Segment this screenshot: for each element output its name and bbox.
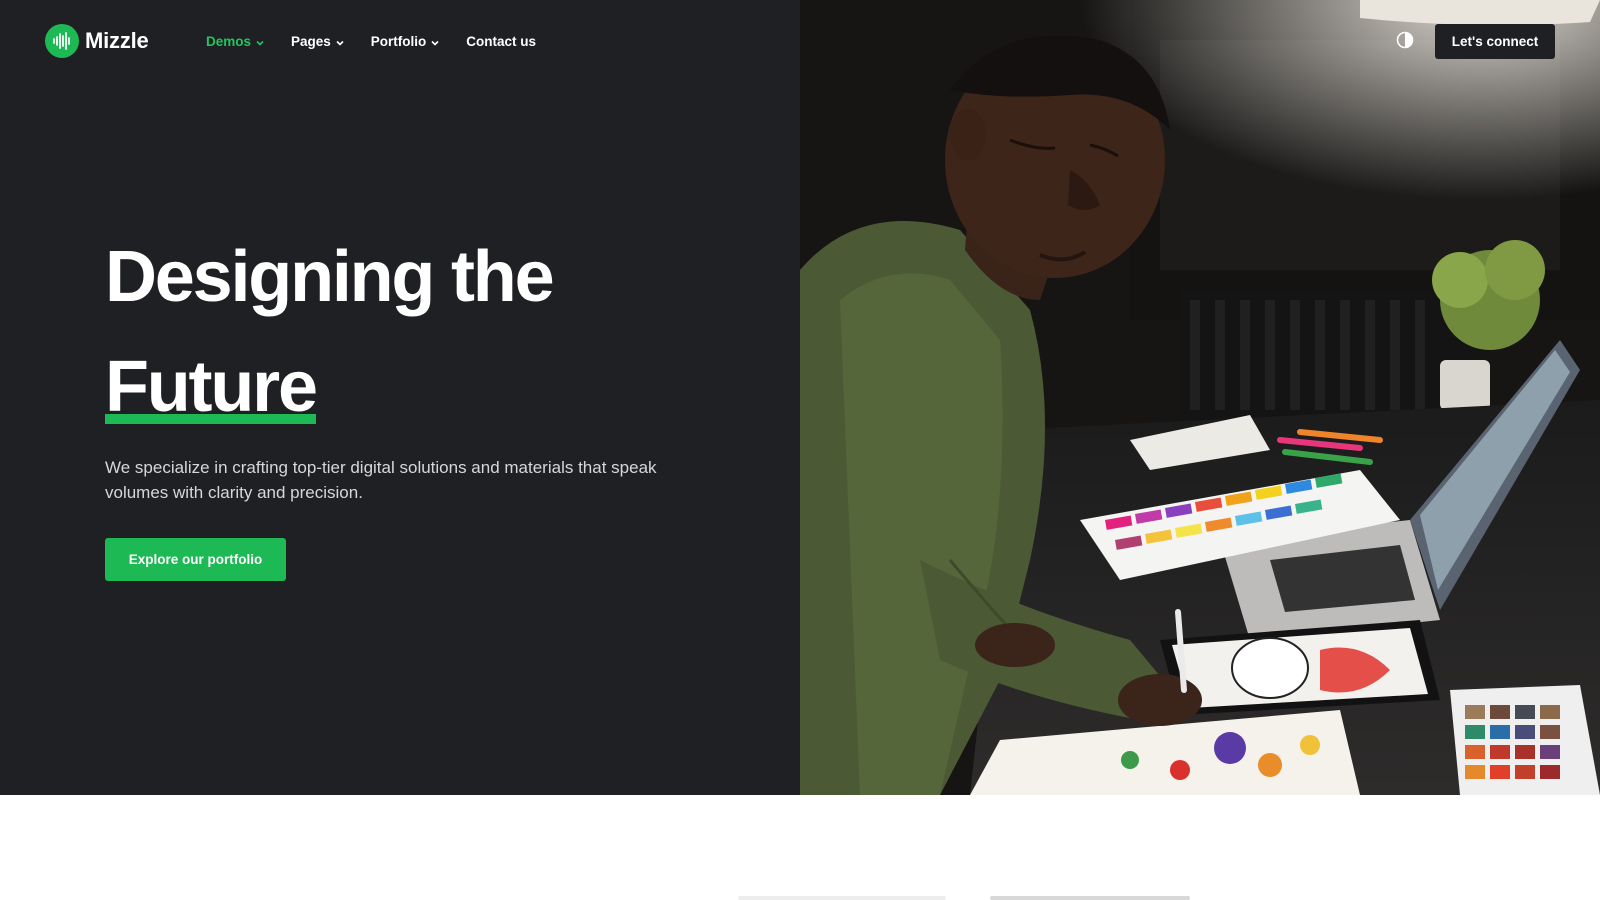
nav-item-pages[interactable]: Pages: [291, 31, 345, 51]
nav-item-portfolio[interactable]: Portfolio: [371, 31, 441, 51]
nav-item-contact[interactable]: Contact us: [466, 31, 536, 51]
designer-at-desk-illustration: [800, 0, 1600, 795]
hero-section: Mizzle Demos Pages Portfolio Contact us: [0, 0, 1600, 795]
nav-item-label: Portfolio: [370, 33, 427, 49]
explore-portfolio-button[interactable]: Explore our portfolio: [105, 538, 286, 581]
chevron-down-icon: [255, 36, 265, 46]
section-heading-edge: [990, 896, 1190, 900]
nav-item-demos[interactable]: Demos: [206, 31, 265, 51]
nav-item-label: Pages: [291, 33, 331, 49]
section-card-edge: [738, 896, 946, 900]
next-section: [0, 795, 1600, 900]
hero-headline: Designing the Future: [105, 222, 555, 442]
nav-item-label: Demos: [206, 33, 252, 49]
chevron-down-icon: [335, 36, 345, 46]
contrast-icon[interactable]: [1396, 31, 1414, 49]
nav-item-label: Contact us: [466, 33, 537, 49]
soundwave-icon: [45, 24, 79, 58]
headline-line-1: Designing the: [105, 237, 555, 317]
main-nav: Demos Pages Portfolio Contact us: [206, 31, 562, 51]
brand-logo[interactable]: Mizzle: [45, 24, 149, 58]
hero-lead: We specialize in crafting top-tier digit…: [105, 458, 657, 502]
headline-highlight-word: Future: [105, 347, 318, 427]
headline-line-2: Future: [105, 332, 318, 442]
brand-name: Mizzle: [85, 28, 149, 53]
lets-connect-button[interactable]: Let's connect: [1435, 24, 1555, 59]
chevron-down-icon: [430, 36, 440, 46]
hero-photo: [800, 0, 1600, 795]
